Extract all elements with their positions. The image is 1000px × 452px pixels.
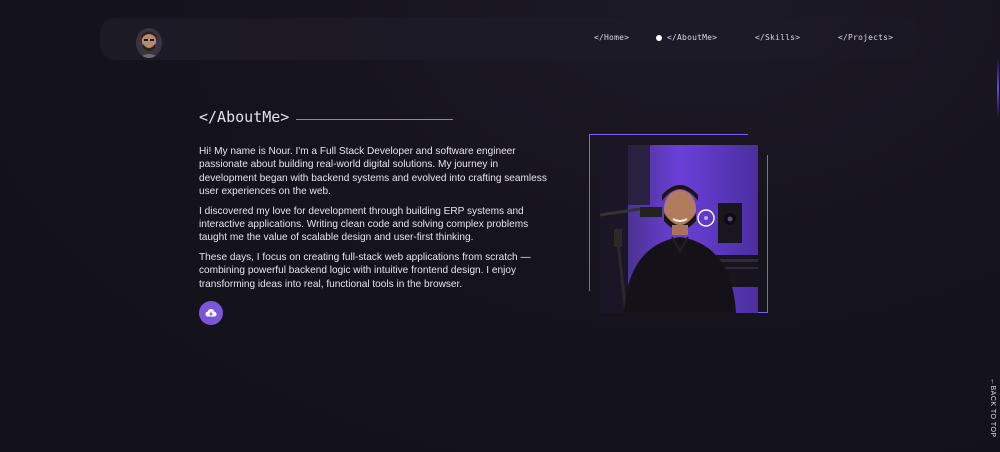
cloud-download-icon: [205, 309, 217, 317]
nav-link-skills[interactable]: </Skills>: [755, 33, 800, 42]
section-title-text: </AboutMe>: [199, 108, 290, 126]
section-title: </AboutMe>: [199, 108, 289, 126]
bio-paragraph-2: I discovered my love for development thr…: [199, 205, 529, 244]
photo-frame-top: [589, 134, 748, 135]
profile-photo: [600, 145, 758, 313]
nav-link-projects[interactable]: </Projects>: [838, 33, 893, 42]
photo-frame-right: [767, 155, 768, 313]
active-indicator-dot: [656, 35, 662, 41]
nav-link-aboutme[interactable]: </AboutMe>: [667, 33, 717, 42]
download-cv-button[interactable]: [199, 301, 223, 325]
nav-link-home[interactable]: </Home>: [594, 33, 629, 42]
avatar-image: [136, 28, 162, 58]
bio-paragraph-3: These days, I focus on creating full-sta…: [199, 251, 531, 290]
photo-frame-left: [589, 134, 590, 291]
about-bio: Hi! My name is Nour. I'm a Full Stack De…: [199, 145, 554, 297]
avatar[interactable]: [136, 28, 162, 58]
profile-photo-image: [600, 145, 758, 313]
title-underline: [296, 119, 453, 120]
edge-accent: [997, 58, 999, 118]
back-to-top-link[interactable]: ←BACK TO TOP: [982, 378, 996, 438]
bio-paragraph-1: Hi! My name is Nour. I'm a Full Stack De…: [199, 146, 547, 198]
page: </Home> </AboutMe> </Skills> </Projects>…: [0, 0, 1000, 452]
